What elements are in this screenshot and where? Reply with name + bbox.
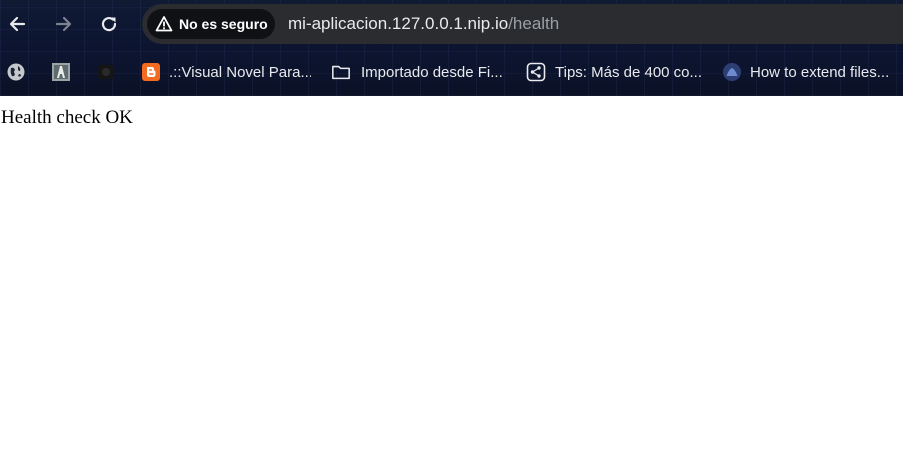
browser-frame: No es seguro mi-aplicacion.127.0.0.1.nip… <box>0 0 903 96</box>
bookmark-globe[interactable] <box>6 59 26 85</box>
forward-button[interactable] <box>47 8 79 40</box>
url-host: mi-aplicacion.127.0.0.1.nip.io <box>288 14 509 33</box>
security-chip[interactable]: No es seguro <box>147 9 275 39</box>
drop-icon <box>722 62 742 82</box>
share-icon <box>526 62 546 82</box>
arrow-right-icon <box>53 14 73 34</box>
bookmark-tips[interactable]: Tips: Más de 400 co... <box>526 59 706 85</box>
browser-toolbar: No es seguro mi-aplicacion.127.0.0.1.nip… <box>0 0 903 48</box>
bookmark-label: Tips: Más de 400 co... <box>555 63 703 81</box>
address-bar[interactable]: No es seguro mi-aplicacion.127.0.0.1.nip… <box>142 4 903 44</box>
security-label: No es seguro <box>179 16 268 32</box>
url-path: /health <box>508 14 560 33</box>
url-text[interactable]: mi-aplicacion.127.0.0.1.nip.io/health <box>288 14 559 34</box>
bookmarks-bar: .::Visual Novel Para... Importado desde … <box>0 48 903 96</box>
reload-icon <box>99 14 119 34</box>
blogger-icon <box>141 62 161 82</box>
bookmark-label: .::Visual Novel Para... <box>169 63 311 81</box>
bookmark-favicon-icon <box>51 62 71 82</box>
arrow-left-icon <box>8 14 28 34</box>
reload-button[interactable] <box>93 8 125 40</box>
warning-icon <box>155 15 173 33</box>
folder-icon <box>331 62 351 82</box>
page-content: Health check OK <box>0 96 903 453</box>
back-button[interactable] <box>2 8 34 40</box>
bookmark-favicon-a[interactable] <box>51 59 71 85</box>
bookmark-label: Importado desde Fi... <box>361 63 503 81</box>
bookmark-importado[interactable]: Importado desde Fi... <box>331 59 511 85</box>
globe-icon <box>6 62 26 82</box>
health-status-text: Health check OK <box>1 107 133 128</box>
bookmark-label: How to extend files... <box>750 63 890 81</box>
bookmark-favicon-dark-icon <box>96 62 116 82</box>
bookmark-favicon-b[interactable] <box>96 59 116 85</box>
bookmark-how-to-extend[interactable]: How to extend files... <box>722 59 898 85</box>
bookmark-visual-novel[interactable]: .::Visual Novel Para... <box>141 59 311 85</box>
